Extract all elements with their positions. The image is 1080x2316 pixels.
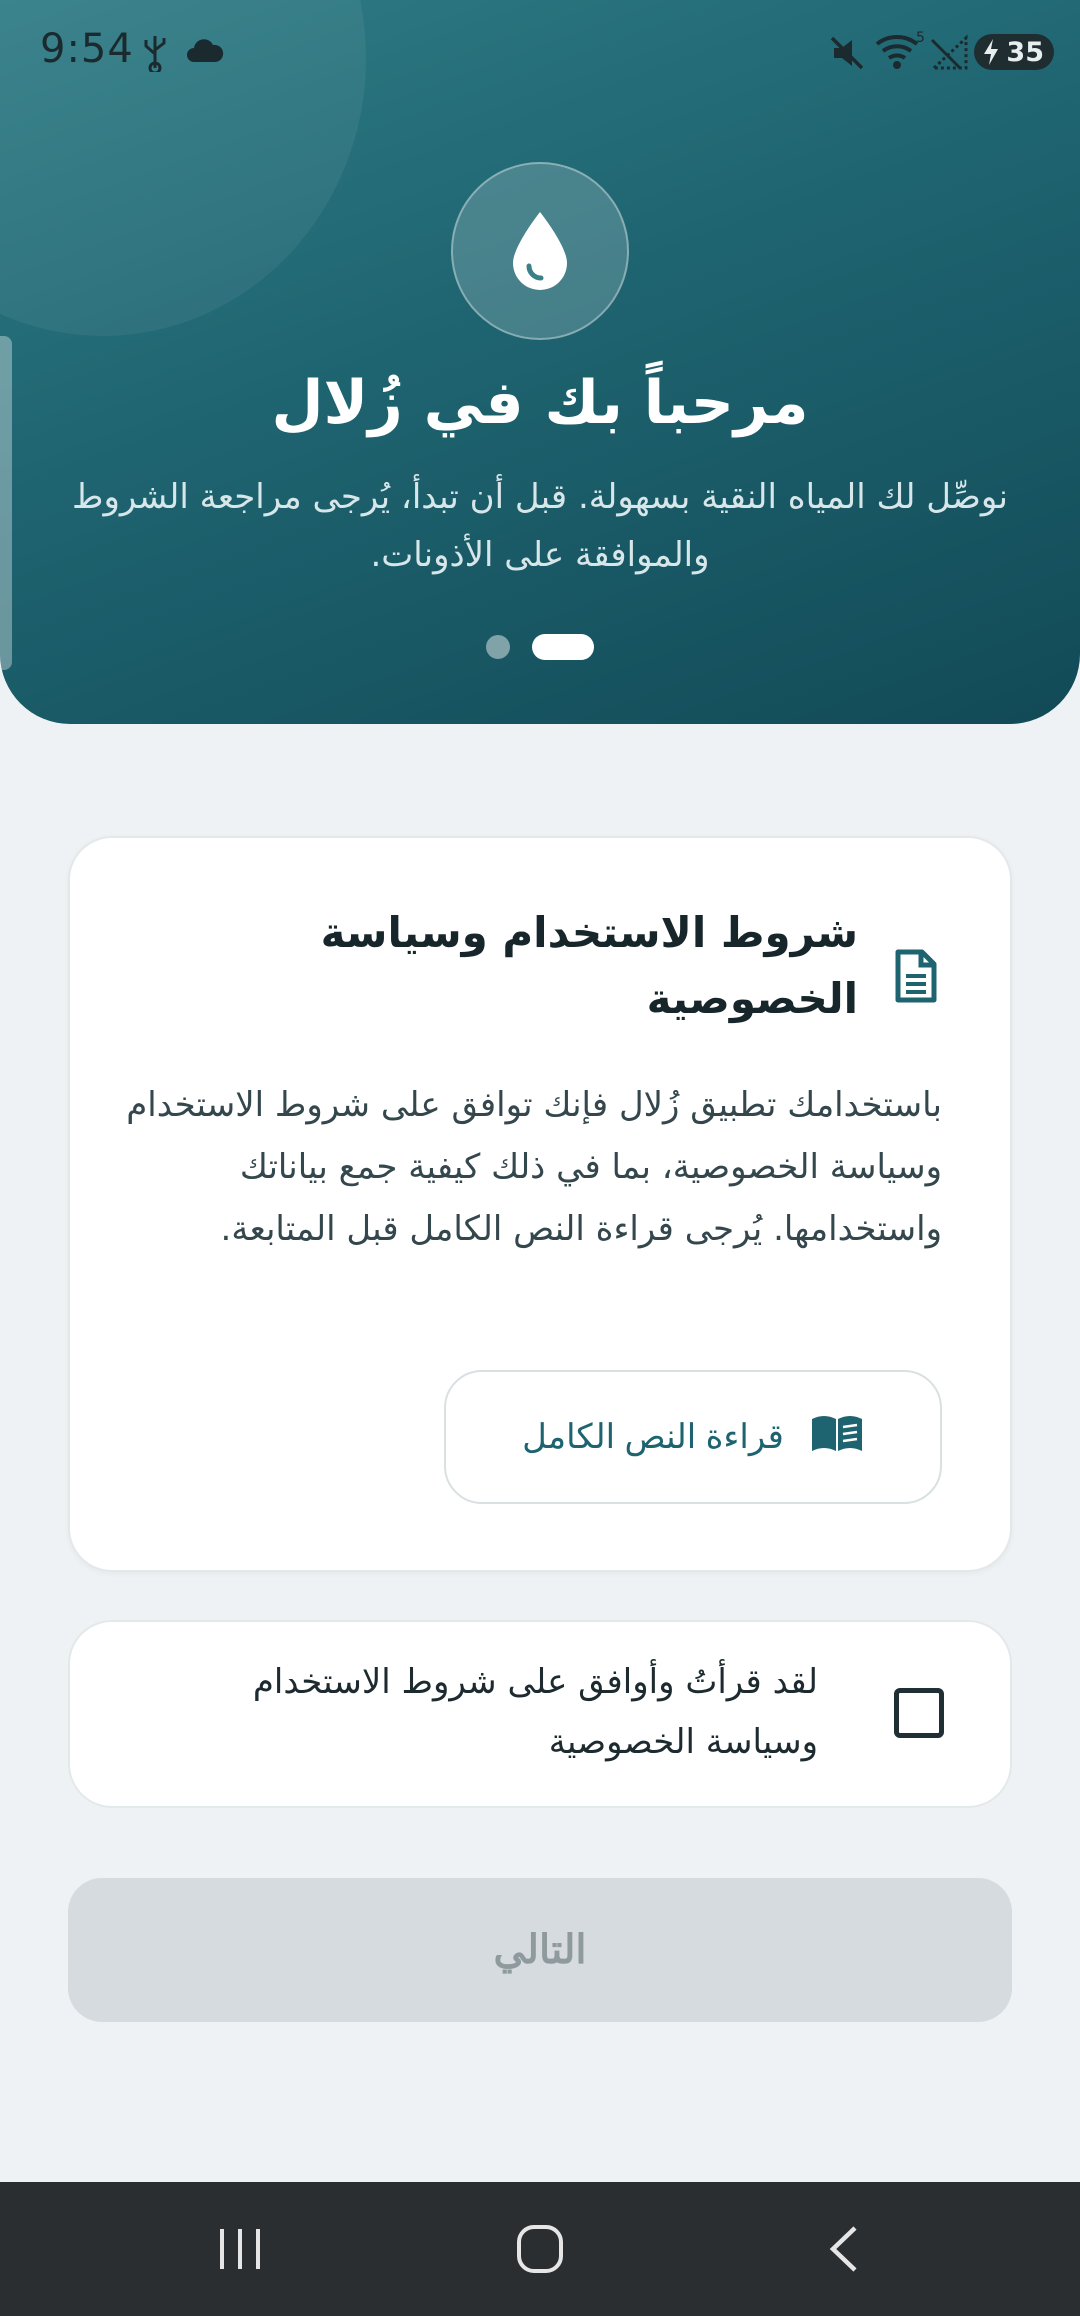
next-button[interactable]: التالي — [68, 1878, 1012, 2022]
terms-description: باستخدامك تطبيق زُلال فإنك توافق على شرو… — [126, 1085, 942, 1249]
status-time: 9:54 — [40, 26, 134, 72]
usb-icon — [142, 34, 168, 76]
system-nav-bar — [0, 2182, 1080, 2316]
home-icon[interactable] — [470, 2182, 610, 2316]
agree-checkbox[interactable] — [894, 1688, 944, 1738]
pager-dot-active[interactable] — [532, 634, 594, 660]
agreement-row[interactable]: لقد قرأتُ وأوافق على شروط الاستخدام وسيا… — [68, 1620, 1012, 1808]
battery-level: 35 — [1006, 36, 1044, 68]
page-title: مرحباً بك في زُلال — [271, 368, 809, 438]
water-drop-icon — [451, 162, 629, 340]
signal-icon — [930, 34, 970, 76]
agree-label[interactable]: لقد قرأتُ وأوافق على شروط الاستخدام وسيا… — [178, 1652, 818, 1772]
cloud-icon — [186, 38, 224, 68]
pager-dot[interactable] — [486, 635, 510, 659]
next-button-label: التالي — [493, 1928, 587, 1972]
page-subtitle: نوصِّل لك المياه النقية بسهولة. قبل أن ت… — [72, 477, 1008, 575]
terms-card: شروط الاستخدام وسياسة الخصوصية باستخدامك… — [68, 836, 1012, 1572]
charging-bolt-icon — [982, 38, 1000, 73]
read-full-text-button[interactable]: قراءة النص الكامل — [444, 1370, 942, 1504]
status-bar: 9:54 5 35 — [0, 0, 1080, 104]
document-icon — [894, 948, 938, 1008]
recent-apps-icon[interactable] — [170, 2182, 310, 2316]
welcome-screen: 9:54 5 35 مرحباً بك في زُلال نوصِّل لك ا… — [0, 0, 1080, 2316]
pager-indicator — [0, 634, 1080, 660]
battery-icon: 35 — [974, 34, 1054, 70]
open-book-icon — [810, 1413, 864, 1462]
hero-header: 9:54 5 35 مرحباً بك في زُلال نوصِّل لك ا… — [0, 0, 1080, 724]
read-full-text-label: قراءة النص الكامل — [522, 1418, 784, 1456]
terms-title: شروط الاستخدام وسياسة الخصوصية — [320, 908, 858, 1023]
mute-icon — [828, 34, 866, 76]
back-icon[interactable] — [774, 2182, 914, 2316]
wifi-icon: 5 — [874, 30, 925, 76]
svg-text:5: 5 — [916, 30, 924, 46]
